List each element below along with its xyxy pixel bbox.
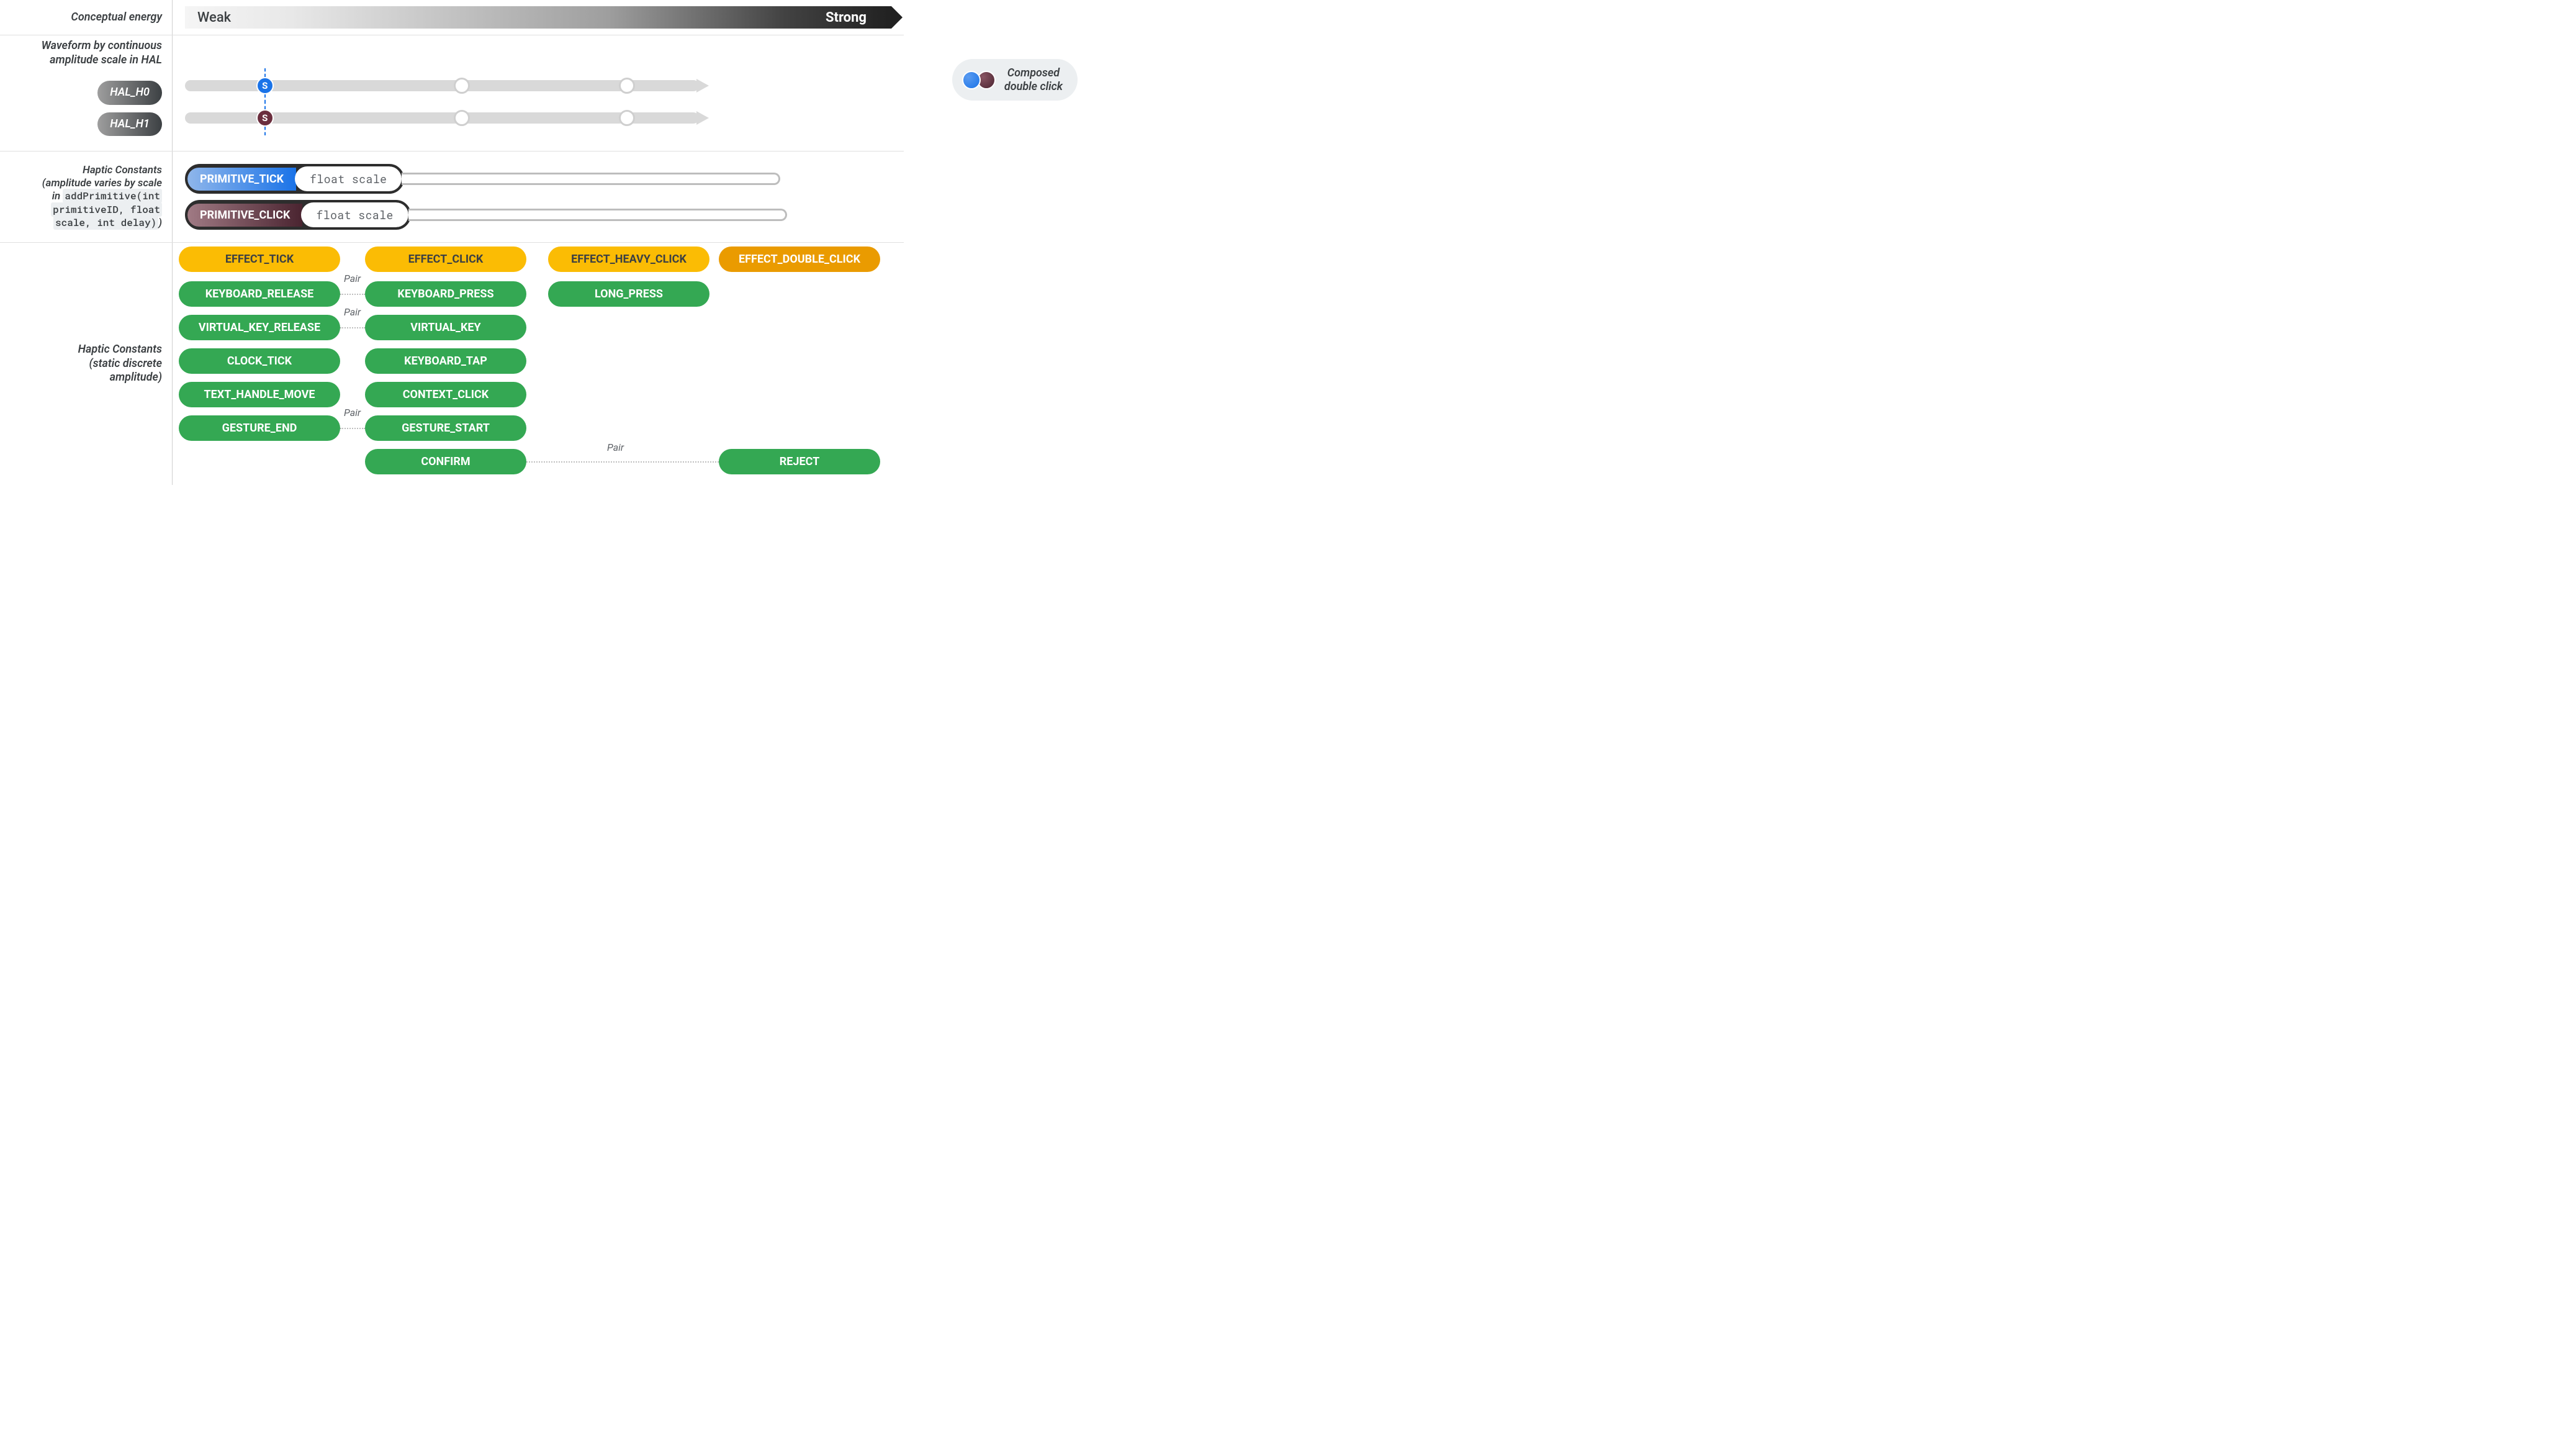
virtual-key-release: VIRTUAL_KEY_RELEASE [179, 315, 340, 340]
keyboard-release: KEYBOARD_RELEASE [179, 281, 340, 307]
effect-tick: EFFECT_TICK [179, 247, 340, 272]
static-title-l3: amplitude) [110, 371, 162, 385]
context-click: CONTEXT_CLICK [365, 382, 526, 407]
composed-l2: double click [1004, 80, 1063, 94]
energy-weak-label: Weak [197, 10, 231, 25]
waveform-label: Waveform by continuous amplitude scale i… [0, 35, 173, 151]
h0-s-node: S [256, 77, 274, 94]
row-primitives: Haptic Constants (amplitude varies by sc… [0, 152, 904, 243]
prim-title-l4: primitiveID, float [51, 204, 162, 217]
primitive-click-slider[interactable] [408, 209, 787, 221]
prim-title-l5: scale, int delay)) [53, 217, 162, 230]
composed-text: Composed double click [1004, 66, 1063, 93]
row-waveform: Waveform by continuous amplitude scale i… [0, 35, 904, 152]
energy-strong-label: Strong [826, 10, 867, 25]
composed-dot-blue [962, 71, 981, 89]
waveform-title-l2: amplitude scale in HAL [50, 53, 162, 68]
energy-gradient-bar: Weak Strong [185, 6, 891, 29]
gesture-start: GESTURE_START [365, 415, 526, 441]
primitive-tick-slider[interactable] [402, 173, 780, 185]
composed-dots [962, 71, 996, 89]
static-title-l2: (static discrete [89, 357, 162, 371]
prim-title-l1: Haptic Constants [83, 164, 162, 177]
h1-s-node: S [256, 109, 274, 127]
effect-double-click: EFFECT_DOUBLE_CLICK [719, 247, 880, 272]
row-energy: Conceptual energy Weak Strong [0, 0, 904, 35]
primitive-tick-name: PRIMITIVE_TICK [187, 168, 296, 191]
primitive-tick-scale: float scale [295, 166, 402, 191]
keyboard-press: KEYBOARD_PRESS [365, 281, 526, 307]
primitive-tick-pill: PRIMITIVE_TICK float scale [185, 164, 404, 194]
pair-line-3 [340, 428, 365, 429]
primitive-click-name: PRIMITIVE_CLICK [187, 204, 302, 227]
h0-stop-2 [454, 78, 470, 94]
h0-stop-3 [619, 78, 635, 94]
confirm: CONFIRM [365, 449, 526, 474]
keyboard-tap: KEYBOARD_TAP [365, 348, 526, 374]
virtual-key: VIRTUAL_KEY [365, 315, 526, 340]
pair-label-4: Pair [607, 441, 624, 453]
pair-line-2 [340, 327, 365, 328]
pair-line-1 [340, 294, 365, 295]
effect-heavy-click: EFFECT_HEAVY_CLICK [548, 247, 709, 272]
primitives-label: Haptic Constants (amplitude varies by sc… [0, 152, 173, 242]
hal-h1-pill: HAL_H1 [97, 112, 162, 137]
effect-click: EFFECT_CLICK [365, 247, 526, 272]
energy-content: Weak Strong [173, 0, 904, 35]
h1-s-label: S [262, 112, 268, 124]
primitive-click-pill: PRIMITIVE_CLICK float scale [185, 200, 411, 230]
h1-stop-2 [454, 110, 470, 126]
prim-title-l2: (amplitude varies by scale [42, 177, 162, 190]
static-content: EFFECT_TICK EFFECT_CLICK EFFECT_HEAVY_CL… [173, 243, 904, 485]
hal-h1-track: S [185, 112, 718, 124]
primitives-content: PRIMITIVE_TICK float scale PRIMITIVE_CLI… [173, 152, 904, 242]
prim-title-l3: in addPrimitive(int [52, 190, 162, 203]
h1-stop-3 [619, 110, 635, 126]
pair-line-4 [526, 461, 719, 463]
clock-tick: CLOCK_TICK [179, 348, 340, 374]
composed-l1: Composed [1004, 66, 1063, 80]
primitive-click-scale: float scale [301, 202, 408, 227]
waveform-content: S S Composed double click [173, 35, 904, 151]
waveform-title-l1: Waveform by continuous [42, 39, 162, 53]
energy-label: Conceptual energy [0, 0, 173, 35]
pair-label-2: Pair [344, 306, 361, 318]
static-label: Haptic Constants (static discrete amplit… [0, 243, 173, 485]
hal-h0-pill: HAL_H0 [97, 81, 162, 105]
hal-h0-track: S [185, 80, 718, 91]
gesture-end: GESTURE_END [179, 415, 340, 441]
reject: REJECT [719, 449, 880, 474]
pair-label-1: Pair [344, 273, 361, 284]
text-handle-move: TEXT_HANDLE_MOVE [179, 382, 340, 407]
primitive-tick-row: PRIMITIVE_TICK float scale [185, 164, 891, 194]
long-press: LONG_PRESS [548, 281, 709, 307]
h0-s-label: S [262, 80, 268, 91]
composed-double-click: Composed double click [952, 59, 1078, 101]
primitive-click-row: PRIMITIVE_CLICK float scale [185, 200, 891, 230]
row-static-constants: Haptic Constants (static discrete amplit… [0, 243, 904, 485]
pair-label-3: Pair [344, 407, 361, 418]
static-title-l1: Haptic Constants [78, 343, 162, 357]
